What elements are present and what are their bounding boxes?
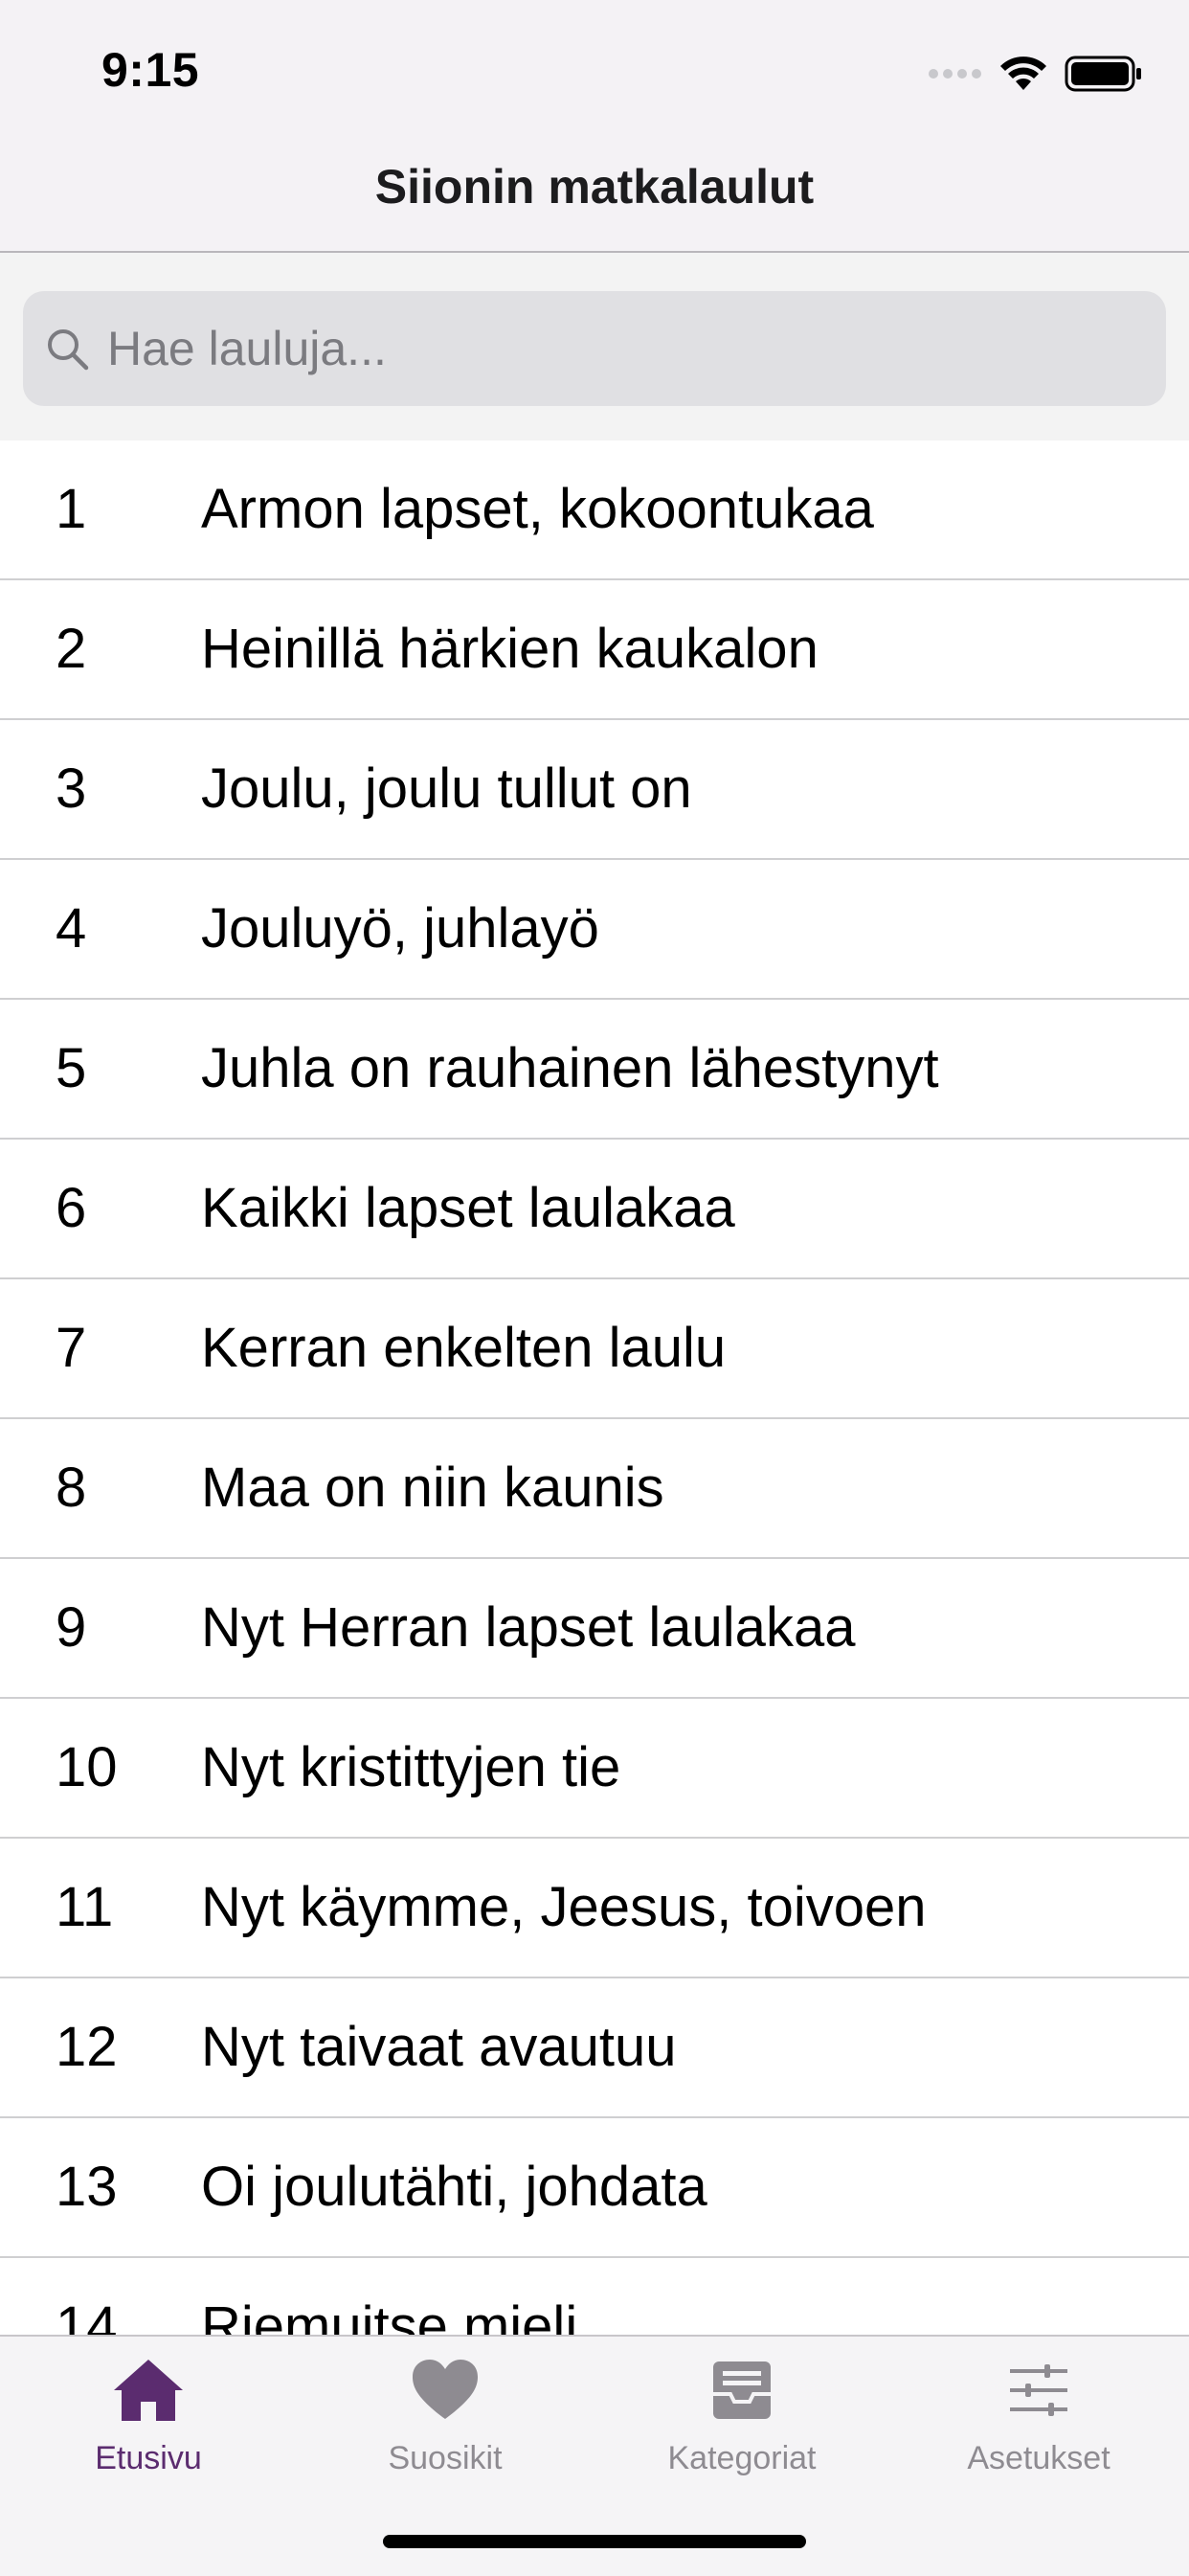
song-number: 11 [56,1876,114,1938]
tab-etusivu[interactable]: Etusivu [0,2337,297,2509]
tab-label: Kategoriat [667,2440,817,2476]
song-title: Armon lapset, kokoontukaa [201,478,874,540]
list-item[interactable]: 2 Heinillä härkien kaukalon [0,580,1189,720]
status-bar: 9:15 [0,0,1189,144]
status-icons [929,50,1143,98]
list-item[interactable]: 4 Jouluyö, juhlayö [0,860,1189,1000]
song-number: 2 [56,618,87,680]
song-number: 6 [56,1177,87,1239]
song-number: 12 [56,2016,118,2078]
tab-kategoriat[interactable]: Kategoriat [594,2337,890,2509]
list-item[interactable]: 12 Nyt taivaat avautuu [0,1978,1189,2118]
song-title: Nyt käymme, Jeesus, toivoen [201,1876,927,1938]
song-number: 13 [56,2156,118,2218]
navigation-bar: Siionin matkalaulut [0,144,1189,253]
list-item[interactable]: 11 Nyt käymme, Jeesus, toivoen [0,1839,1189,1978]
list-item[interactable]: 7 Kerran enkelten laulu [0,1279,1189,1419]
song-title: Heinillä härkien kaukalon [201,618,819,680]
song-number: 3 [56,757,87,820]
list-item[interactable]: 10 Nyt kristittyjen tie [0,1699,1189,1839]
list-item[interactable]: 14 Riemuitse mieli [0,2258,1189,2337]
list-item[interactable]: 6 Kaikki lapset laulakaa [0,1140,1189,1279]
song-number: 14 [56,2295,118,2337]
song-title: Joulu, joulu tullut on [201,757,692,820]
list-item[interactable]: 5 Juhla on rauhainen lähestynyt [0,1000,1189,1140]
tab-label: Etusivu [95,2440,202,2476]
heart-icon [413,2360,478,2419]
song-title: Kerran enkelten laulu [201,1317,727,1379]
song-title: Oi joulutähti, johdata [201,2156,707,2218]
tab-label: Suosikit [388,2440,503,2476]
battery-icon [1065,56,1141,92]
song-title: Nyt Herran lapset laulakaa [201,1596,856,1659]
song-number: 1 [56,478,87,540]
song-title: Juhla on rauhainen lähestynyt [201,1037,939,1099]
song-title: Riemuitse mieli [201,2295,578,2337]
tab-suosikit[interactable]: Suosikit [297,2337,594,2509]
song-number: 9 [56,1596,87,1659]
song-number: 10 [56,1736,118,1798]
list-item[interactable]: 9 Nyt Herran lapset laulakaa [0,1559,1189,1699]
tab-asetukset[interactable]: Asetukset [890,2337,1187,2509]
list-item[interactable]: 3 Joulu, joulu tullut on [0,720,1189,860]
page-title: Siionin matkalaulut [374,160,815,214]
search-bar[interactable] [23,291,1166,406]
list-item[interactable]: 1 Armon lapset, kokoontukaa [0,441,1189,580]
song-title: Nyt taivaat avautuu [201,2016,677,2078]
song-title: Kaikki lapset laulakaa [201,1177,735,1239]
song-title: Jouluyö, juhlayö [201,897,599,960]
wifi-icon [1000,56,1046,90]
song-number: 8 [56,1457,87,1519]
status-time: 9:15 [101,43,200,97]
home-icon [114,2360,183,2421]
signal-icon [929,69,981,79]
search-area [0,253,1189,441]
song-title: Maa on niin kaunis [201,1457,664,1519]
song-number: 5 [56,1037,87,1099]
search-icon [48,329,89,371]
search-input[interactable] [105,320,1143,377]
song-number: 7 [56,1317,87,1379]
sliders-icon [1010,2364,1067,2416]
list-item[interactable]: 8 Maa on niin kaunis [0,1419,1189,1559]
song-list: 1 Armon lapset, kokoontukaa 2 Heinillä här… [0,441,1189,2337]
list-item[interactable]: 13 Oi joulutähti, johdata [0,2118,1189,2258]
tab-label: Asetukset [967,2440,1110,2476]
tray-icon [713,2361,771,2419]
song-number: 4 [56,897,87,960]
home-indicator [383,2535,806,2548]
song-title: Nyt kristittyjen tie [201,1736,621,1798]
